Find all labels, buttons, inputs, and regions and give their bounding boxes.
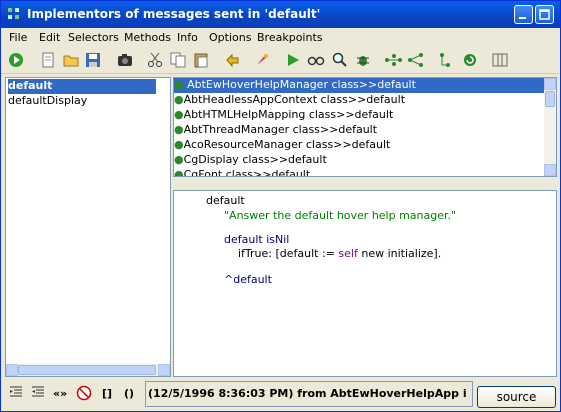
save-icon[interactable] xyxy=(84,51,102,69)
method-comment: "Answer the default hover help manager." xyxy=(224,209,457,222)
menu-selectors[interactable]: Selectors xyxy=(68,31,119,44)
menu-methods[interactable]: Methods xyxy=(124,31,171,44)
scroll-thumb[interactable] xyxy=(18,365,156,375)
window-title: Implementors of messages sent in 'defaul… xyxy=(27,7,321,21)
menu-breakpoints[interactable]: Breakpoints xyxy=(257,31,323,44)
parens-button[interactable]: () xyxy=(124,387,134,405)
vertical-scrollbar[interactable] xyxy=(544,78,556,176)
method-bullet-icon: ● xyxy=(174,108,184,121)
method-bullet-icon: ● xyxy=(174,78,184,91)
scroll-left-button[interactable] xyxy=(6,364,18,376)
list-item[interactable]: ● AbtEwHoverHelpManager class>>default xyxy=(174,78,544,93)
horizontal-scrollbar[interactable] xyxy=(6,364,170,376)
toolbar xyxy=(1,47,560,74)
paste-icon[interactable] xyxy=(192,51,210,69)
source-editor[interactable]: default "Answer the default hover help m… xyxy=(173,190,557,377)
hierarchy-icon[interactable] xyxy=(384,51,402,69)
indent-icon[interactable] xyxy=(9,385,23,403)
scroll-down-button[interactable] xyxy=(544,164,556,176)
method-bullet-icon: ● xyxy=(174,138,184,151)
implementors-list[interactable]: ● AbtEwHoverHelpManager class>>default ●… xyxy=(173,77,557,177)
outline-icon[interactable] xyxy=(438,51,456,69)
stop-icon[interactable] xyxy=(76,385,92,403)
status-text: (12/5/1996 8:36:03 PM) from AbtEwHoverHe… xyxy=(148,387,467,400)
selector-list[interactable]: default defaultDisplay xyxy=(5,77,171,377)
debug-bug-icon[interactable] xyxy=(354,51,372,69)
maximize-icon xyxy=(539,9,550,20)
copy-icon[interactable] xyxy=(169,51,187,69)
method-bullet-icon: ● xyxy=(174,123,184,136)
code-line-5: ^default xyxy=(224,273,272,286)
play-icon[interactable] xyxy=(284,51,302,69)
open-folder-icon[interactable] xyxy=(62,51,80,69)
list-item[interactable]: ●AbtHTMLHelpMapping class>>default xyxy=(174,108,393,123)
method-bullet-icon: ● xyxy=(174,153,184,166)
app-icon xyxy=(7,7,21,21)
list-item[interactable]: ●AcoResourceManager class>>default xyxy=(174,138,390,153)
source-button[interactable]: source xyxy=(477,386,556,408)
cut-icon[interactable] xyxy=(146,51,164,69)
tree-icon[interactable] xyxy=(407,51,425,69)
brackets-button[interactable]: [] xyxy=(102,387,112,405)
maximize-button[interactable] xyxy=(535,5,554,24)
run-icon[interactable] xyxy=(7,51,25,69)
minimize-icon xyxy=(519,17,526,19)
minimize-button[interactable] xyxy=(514,5,533,24)
list-item[interactable]: ●AbtHeadlessAppContext class>>default xyxy=(174,93,405,108)
status-box: (12/5/1996 8:36:03 PM) from AbtEwHoverHe… xyxy=(145,381,473,407)
code-line-3: default isNil xyxy=(224,233,290,246)
list-item[interactable]: ●CgFont class>>default xyxy=(174,168,310,177)
list-item[interactable]: defaultDisplay xyxy=(8,94,87,109)
search-icon[interactable] xyxy=(331,51,349,69)
grid-view-icon[interactable] xyxy=(491,51,509,69)
scroll-right-button[interactable] xyxy=(158,364,170,376)
rocket-icon[interactable] xyxy=(253,51,271,69)
camera-icon[interactable] xyxy=(116,51,134,69)
refresh-icon[interactable] xyxy=(461,51,479,69)
outdent-icon[interactable] xyxy=(31,385,45,403)
method-selector: default xyxy=(206,194,245,207)
list-item[interactable]: ●CgDisplay class>>default xyxy=(174,153,327,168)
method-bullet-icon: ● xyxy=(174,168,184,177)
list-item[interactable]: ●AbtThreadManager class>>default xyxy=(174,123,377,138)
title-bar[interactable]: Implementors of messages sent in 'defaul… xyxy=(1,1,560,28)
menu-bar: File Edit Selectors Methods Info Options… xyxy=(1,28,560,47)
splitter[interactable] xyxy=(173,179,557,189)
undo-icon[interactable] xyxy=(223,51,241,69)
quotes-icon[interactable]: «» xyxy=(53,387,67,405)
inspect-icon[interactable] xyxy=(307,51,325,69)
scroll-thumb[interactable] xyxy=(545,91,555,107)
new-document-icon[interactable] xyxy=(39,51,57,69)
menu-info[interactable]: Info xyxy=(177,31,198,44)
window: Implementors of messages sent in 'defaul… xyxy=(0,0,561,412)
menu-edit[interactable]: Edit xyxy=(39,31,60,44)
menu-options[interactable]: Options xyxy=(209,31,251,44)
code-line-4: ifTrue: [default := self new initialize]… xyxy=(238,247,442,260)
list-item[interactable]: default xyxy=(8,79,156,94)
method-bullet-icon: ● xyxy=(174,93,184,106)
scroll-up-button[interactable] xyxy=(544,78,556,90)
menu-file[interactable]: File xyxy=(9,31,27,44)
